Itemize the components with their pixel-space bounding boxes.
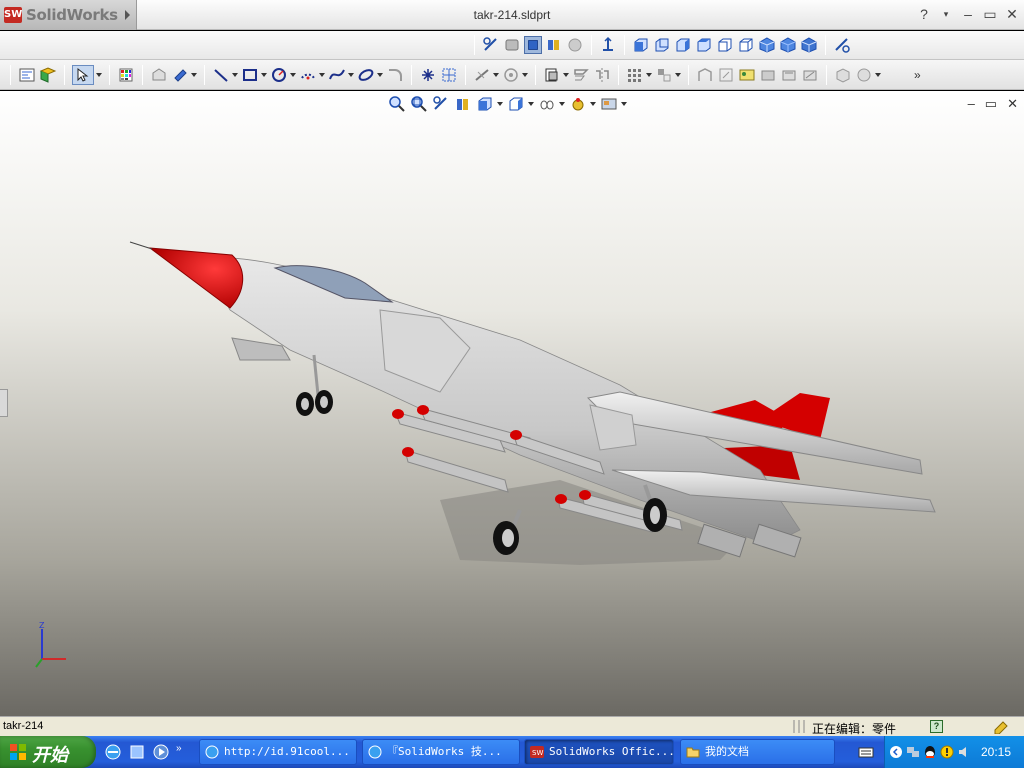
ok-confirm-icon[interactable] xyxy=(855,66,873,84)
normal-to-icon[interactable] xyxy=(599,36,617,54)
keyboard-icon[interactable] xyxy=(858,744,874,760)
back-view-icon[interactable] xyxy=(653,36,671,54)
left-view-icon[interactable] xyxy=(674,36,692,54)
trimetric-view-icon[interactable] xyxy=(779,36,797,54)
document-title: takr-214.sldprt xyxy=(473,8,551,22)
triad-z-label: Z xyxy=(39,621,45,630)
status-tag-icon[interactable] xyxy=(993,720,1009,734)
right-view-icon[interactable] xyxy=(695,36,713,54)
reference-triad-icon: Z xyxy=(35,621,66,668)
spline-icon[interactable] xyxy=(328,66,346,84)
close-button[interactable]: ✕ xyxy=(1004,6,1020,22)
smart-dim-tool-icon[interactable] xyxy=(171,66,189,84)
smart-dimension-icon[interactable] xyxy=(39,66,57,84)
windows-taskbar: 开始 » http://id.91cool... 『SolidWorks 技..… xyxy=(0,736,1024,768)
quick-launch: » xyxy=(104,743,182,761)
instant3d-icon[interactable] xyxy=(834,66,852,84)
qq-icon[interactable] xyxy=(923,745,937,759)
security-alert-icon[interactable] xyxy=(940,745,954,759)
network-icon[interactable] xyxy=(906,745,920,759)
sketch-toolbar: » xyxy=(0,60,1024,90)
select-icon[interactable] xyxy=(72,65,94,85)
show-desktop-icon[interactable] xyxy=(128,743,146,761)
system-tray: 20:15 xyxy=(884,736,1024,768)
volume-icon[interactable] xyxy=(957,745,971,759)
repair-sketch-icon[interactable] xyxy=(717,66,735,84)
display-style-icon[interactable] xyxy=(524,36,542,54)
media-player-icon[interactable] xyxy=(152,743,170,761)
windows-logo-icon xyxy=(10,744,26,760)
ie-icon xyxy=(368,745,382,759)
quick-launch-expand-icon[interactable]: » xyxy=(176,743,182,761)
graphics-area[interactable]: – ▭ ✕ Z xyxy=(0,91,1024,716)
minimize-button[interactable]: – xyxy=(960,6,976,22)
move-entities-icon[interactable] xyxy=(655,66,673,84)
display-relations-icon[interactable] xyxy=(696,66,714,84)
offset-icon[interactable] xyxy=(502,66,520,84)
hidden-lines-icon[interactable] xyxy=(566,36,584,54)
bottom-view-icon[interactable] xyxy=(737,36,755,54)
status-bar: takr-214 正在编辑：零件 ? xyxy=(0,716,1024,736)
start-label: 开始 xyxy=(32,745,68,766)
linear-pattern-icon[interactable] xyxy=(626,66,644,84)
folder-icon xyxy=(686,747,700,758)
rapid-sketch-icon[interactable] xyxy=(780,66,798,84)
rectangle-icon[interactable] xyxy=(241,66,259,84)
ie-icon[interactable] xyxy=(104,743,122,761)
offset-entities-icon[interactable] xyxy=(572,66,590,84)
status-editing-text: 正在编辑：零件 xyxy=(812,722,897,736)
solidworks-icon: SW xyxy=(530,746,544,758)
section-view-icon[interactable] xyxy=(482,36,500,54)
line-icon[interactable] xyxy=(212,66,230,84)
arc-icon[interactable] xyxy=(299,66,317,84)
grid-snap-icon[interactable] xyxy=(440,66,458,84)
fillet-icon[interactable] xyxy=(386,66,404,84)
front-view-icon[interactable] xyxy=(632,36,650,54)
help-button[interactable]: ? xyxy=(916,6,932,22)
blocks-icon[interactable] xyxy=(759,66,777,84)
isometric-view-icon[interactable] xyxy=(758,36,776,54)
title-bar: SW SolidWorks takr-214.sldprt ? ▾ – ▭ ✕ xyxy=(0,0,1024,30)
trim-icon[interactable] xyxy=(473,66,491,84)
status-separator-icon xyxy=(793,720,805,733)
ellipse-icon[interactable] xyxy=(357,66,375,84)
top-view-icon[interactable] xyxy=(716,36,734,54)
status-part-name: takr-214 xyxy=(3,720,44,732)
aircraft-model[interactable] xyxy=(0,91,1024,716)
view-orientation-icon[interactable] xyxy=(503,36,521,54)
dimetric-view-icon[interactable] xyxy=(800,36,818,54)
sketch-icon[interactable] xyxy=(18,66,36,84)
grid-icon[interactable] xyxy=(117,66,135,84)
tray-expand-icon[interactable] xyxy=(889,745,903,759)
svg-text:SW: SW xyxy=(532,749,543,757)
view-selector-icon[interactable] xyxy=(833,36,851,54)
taskbar-item-solidworks[interactable]: SW SolidWorks Offic... xyxy=(524,739,674,765)
taskbar-item-browser-2[interactable]: 『SolidWorks 技... xyxy=(362,739,520,765)
shaded-icon[interactable] xyxy=(545,36,563,54)
sketch-picture-icon[interactable] xyxy=(738,66,756,84)
3d-sketch-icon[interactable] xyxy=(150,66,168,84)
quick-snaps-icon[interactable] xyxy=(801,66,819,84)
circle-icon[interactable] xyxy=(270,66,288,84)
point-icon[interactable] xyxy=(419,66,437,84)
taskbar-item-browser-1[interactable]: http://id.91cool... xyxy=(199,739,357,765)
restore-button[interactable]: ▭ xyxy=(982,6,998,22)
toolbar-overflow-icon[interactable]: » xyxy=(914,68,921,82)
start-button[interactable]: 开始 xyxy=(0,736,96,768)
status-help-icon[interactable]: ? xyxy=(930,720,943,733)
command-bar xyxy=(0,31,1024,60)
convert-entities-icon[interactable] xyxy=(543,66,561,84)
ie-icon xyxy=(205,745,219,759)
mirror-icon[interactable] xyxy=(593,66,611,84)
clock: 20:15 xyxy=(981,745,1012,759)
nose-cone xyxy=(148,247,244,309)
taskbar-item-my-documents[interactable]: 我的文档 xyxy=(680,739,835,765)
